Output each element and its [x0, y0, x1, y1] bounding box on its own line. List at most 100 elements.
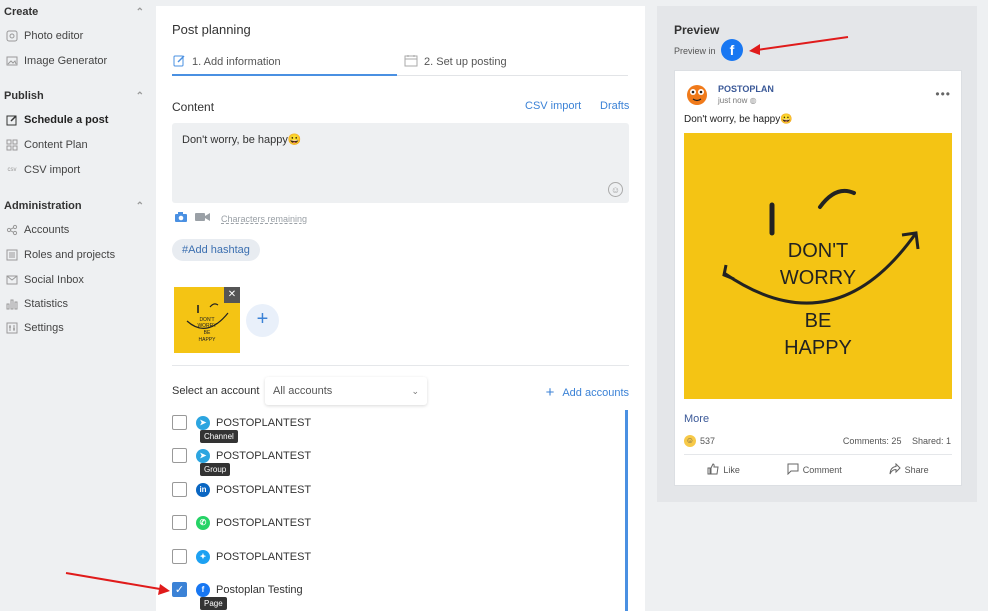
sidebar-item-schedule-post[interactable]: Schedule a post — [6, 114, 108, 126]
account-checkbox[interactable] — [172, 482, 187, 497]
sidebar-item-image-generator[interactable]: Image Generator — [6, 55, 107, 67]
media-toolbar: Characters remaining — [174, 211, 307, 226]
image-text-1: DON'T — [788, 240, 848, 262]
like-label: Like — [723, 465, 740, 475]
account-row[interactable]: ✦ POSTOPLANTEST — [172, 549, 311, 564]
account-row[interactable]: ✓ f Postoplan Testing — [172, 582, 303, 597]
tab-add-information[interactable]: 1. Add information — [173, 54, 281, 70]
like-button[interactable]: Like — [707, 463, 740, 477]
account-checkbox[interactable] — [172, 448, 187, 463]
plus-icon: + — [545, 384, 555, 401]
post-time: just now ◍ — [718, 96, 757, 105]
shared-count: Shared: 1 — [911, 436, 951, 446]
post-text-value: Don't worry, be happy😀 — [182, 134, 302, 146]
facebook-icon: f — [196, 582, 210, 597]
remove-media-icon[interactable]: ✕ — [224, 287, 240, 303]
csv-import-link[interactable]: CSV import — [525, 100, 581, 112]
section-publish-heading: Publish — [4, 90, 44, 102]
tab-set-up-posting[interactable]: 2. Set up posting — [404, 54, 507, 70]
account-checkbox[interactable] — [172, 415, 187, 430]
section-administration[interactable]: Administration ⌃ — [4, 200, 144, 212]
sidebar-item-accounts[interactable]: Accounts — [6, 224, 69, 236]
add-hashtag-button[interactable]: #Add hashtag — [172, 239, 260, 261]
sidebar-item-content-plan[interactable]: Content Plan — [6, 139, 88, 151]
comment-label: Comment — [802, 465, 842, 475]
telegram-icon: ➤ — [196, 415, 210, 430]
account-row[interactable]: ➤ POSTOPLANTEST — [172, 448, 311, 463]
sidebar-item-social-inbox[interactable]: Social Inbox — [6, 274, 84, 286]
account-type-tooltip: Page — [200, 597, 227, 610]
page-name[interactable]: POSTOPLAN — [718, 84, 774, 94]
list-icon — [6, 249, 18, 261]
account-row[interactable]: in POSTOPLANTEST — [172, 482, 311, 497]
sidebar-item-label: Content Plan — [24, 139, 88, 151]
sidebar-item-csv-import[interactable]: csv CSV import — [6, 164, 81, 176]
account-name: POSTOPLANTEST — [216, 449, 312, 462]
video-icon[interactable] — [194, 211, 211, 226]
sidebar-item-statistics[interactable]: Statistics — [6, 298, 68, 310]
add-media-button[interactable]: + — [246, 304, 279, 337]
account-row[interactable]: ➤ POSTOPLANTEST — [172, 415, 311, 430]
avatar — [684, 81, 710, 107]
more-options-icon[interactable]: ••• — [935, 87, 951, 101]
section-publish[interactable]: Publish ⌃ — [4, 90, 144, 102]
chevron-down-icon: ⌄ — [411, 385, 419, 396]
account-name: Postoplan Testing — [216, 583, 303, 596]
accounts-scrollbar[interactable] — [625, 410, 628, 611]
annotation-arrow-account — [65, 572, 170, 595]
account-type-tooltip: Channel — [200, 430, 238, 443]
post-text-input[interactable]: Don't worry, be happy😀 ☺ — [172, 123, 629, 203]
whatsapp-icon: ✆ — [196, 515, 210, 530]
image-text-4: HAPPY — [784, 337, 852, 359]
sidebar-item-label: Schedule a post — [24, 114, 109, 126]
page-title: Post planning — [172, 22, 251, 37]
sidebar-item-photo-editor[interactable]: Photo editor — [6, 30, 83, 42]
sidebar-item-label: Image Generator — [24, 55, 108, 67]
image-icon — [6, 55, 18, 67]
facebook-icon[interactable]: f — [721, 39, 743, 61]
section-create[interactable]: Create ⌃ — [4, 6, 144, 18]
edit-icon — [6, 114, 18, 126]
sidebar: Create ⌃ Photo editor Image Generator Pu… — [0, 0, 156, 611]
laugh-reaction-icon: ☺ — [684, 435, 696, 447]
sidebar-item-label: Accounts — [24, 224, 70, 236]
reactions: ☺ 537 — [684, 435, 715, 447]
account-checkbox[interactable]: ✓ — [172, 582, 187, 597]
sidebar-item-settings[interactable]: Settings — [6, 322, 64, 334]
preview-title: Preview — [674, 23, 720, 37]
chevron-up-icon[interactable]: ⌃ — [136, 91, 144, 102]
bar-chart-icon — [6, 298, 18, 310]
account-checkbox[interactable] — [172, 515, 187, 530]
section-administration-heading: Administration — [4, 200, 82, 212]
emoji-icon[interactable]: ☺ — [608, 182, 623, 197]
add-accounts-button[interactable]: + Add accounts — [546, 384, 629, 401]
share-arrow-icon — [889, 462, 901, 477]
share-label: Share — [904, 465, 929, 475]
select-account-label: Select an account — [172, 385, 260, 397]
globe-icon: ◍ — [749, 96, 757, 105]
more-link[interactable]: More — [684, 413, 709, 425]
section-divider — [172, 365, 629, 366]
annotation-arrow-preview — [749, 36, 849, 55]
post-time-text: just now — [718, 96, 748, 105]
account-name: POSTOPLANTEST — [216, 483, 312, 496]
account-name: POSTOPLANTEST — [216, 550, 312, 563]
comment-button[interactable]: Comment — [787, 463, 842, 477]
sidebar-item-roles-projects[interactable]: Roles and projects — [6, 249, 115, 261]
account-checkbox[interactable] — [172, 549, 187, 564]
thumb-text-3: BE — [204, 330, 211, 336]
share-button[interactable]: Share — [889, 462, 929, 477]
post-actions: Like Comment Share — [684, 454, 952, 477]
chevron-up-icon[interactable]: ⌃ — [136, 7, 144, 18]
account-name: POSTOPLANTEST — [216, 416, 312, 429]
chevron-up-icon[interactable]: ⌃ — [136, 201, 144, 212]
media-thumbnail[interactable]: DON'T WORRY BE HAPPY ✕ — [174, 287, 240, 353]
share-icon — [6, 224, 18, 236]
drafts-link[interactable]: Drafts — [600, 100, 629, 112]
thumb-text-4: HAPPY — [199, 337, 217, 343]
camera-icon[interactable] — [174, 211, 188, 226]
characters-remaining[interactable]: Characters remaining — [221, 214, 307, 224]
account-filter-select[interactable]: All accounts ⌄ — [265, 377, 427, 405]
account-row[interactable]: ✆ POSTOPLANTEST — [172, 515, 311, 530]
sidebar-item-label: Settings — [24, 322, 64, 334]
